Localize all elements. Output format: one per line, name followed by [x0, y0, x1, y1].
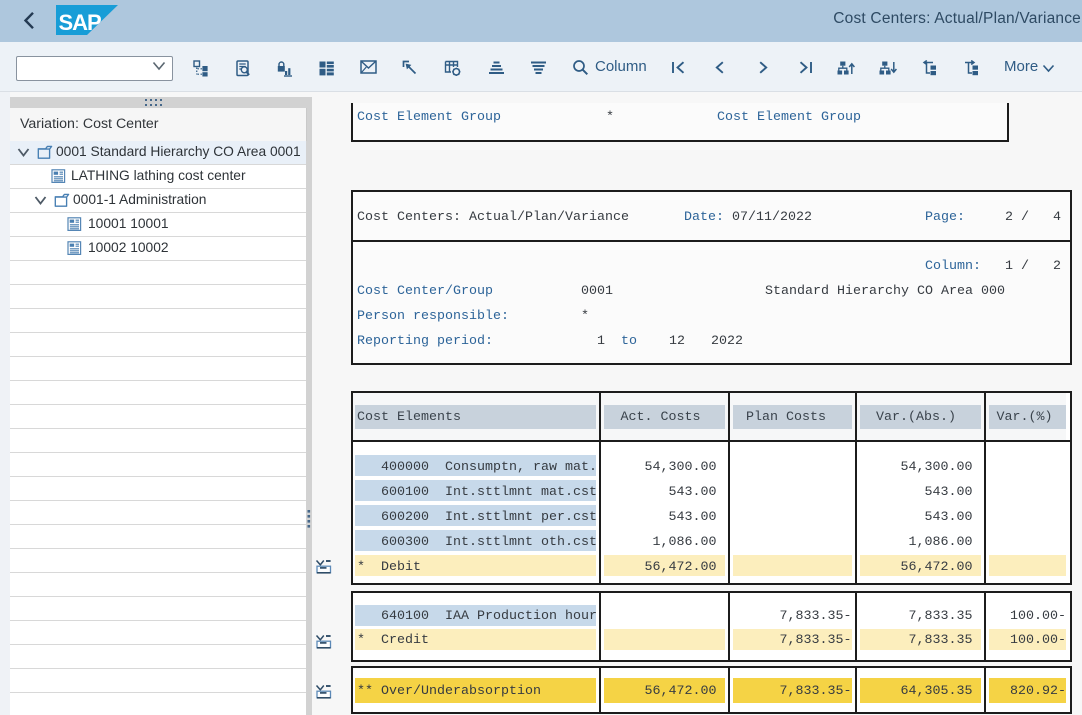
svg-text:SAP: SAP: [59, 10, 102, 35]
